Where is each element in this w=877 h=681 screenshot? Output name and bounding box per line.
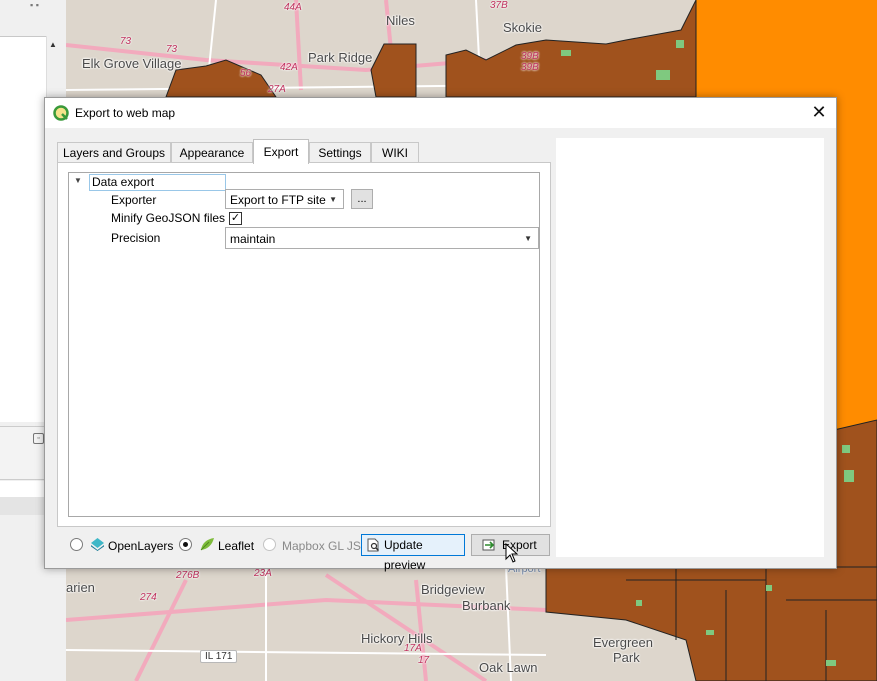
tab-wiki[interactable]: WIKI	[371, 142, 419, 163]
panel-float-icon[interactable]: ▫	[33, 433, 44, 444]
export-tab-pane: ▼ Data export Exporter Export to FTP sit…	[57, 162, 551, 527]
toolbar-icons: ▪ ▪	[30, 0, 39, 10]
road-label: 39B	[521, 51, 539, 62]
map-preview[interactable]	[556, 138, 824, 557]
exporter-select[interactable]: Export to FTP site ▼	[225, 189, 344, 209]
dialog-titlebar[interactable]: Export to web map ✕	[45, 98, 836, 128]
place-label: Niles	[386, 13, 415, 28]
road-label: 23A	[254, 568, 272, 579]
road-label: 42A	[280, 62, 298, 73]
place-label: Burbank	[462, 598, 511, 613]
road-label: 44A	[284, 2, 302, 13]
place-label: Evergreen	[593, 635, 653, 650]
leaflet-icon	[200, 538, 214, 551]
minify-geojson-checkbox[interactable]: ✓	[229, 212, 242, 225]
place-label: Park Ridge	[308, 50, 373, 65]
exporter-value: Export to FTP site	[230, 193, 326, 207]
chevron-down-icon: ▼	[329, 195, 337, 204]
place-label: arien	[66, 580, 95, 595]
precision-value: maintain	[230, 232, 276, 246]
collapse-arrow-icon[interactable]: ▼	[74, 176, 82, 185]
road-label: 37B	[490, 0, 508, 11]
data-export-group[interactable]: Data export	[89, 174, 226, 191]
close-icon[interactable]: ✕	[802, 98, 836, 128]
chevron-down-icon: ▼	[524, 234, 532, 243]
leaflet-radio[interactable]	[179, 538, 192, 551]
road-label: 73	[166, 44, 178, 55]
exporter-label: Exporter	[111, 193, 157, 207]
road-label: 56	[240, 68, 252, 79]
census-tracts-top	[165, 0, 697, 98]
mouse-cursor-icon	[505, 543, 519, 563]
road-label: 73	[120, 36, 132, 47]
update-preview-label: Update preview	[384, 538, 426, 572]
road-label: 39B	[521, 62, 539, 73]
place-label: Skokie	[503, 20, 543, 35]
tab-export[interactable]: Export	[253, 139, 309, 164]
mapbox-label: Mapbox GL JS	[282, 539, 361, 553]
scroll-up-icon[interactable]: ▲	[49, 40, 57, 49]
export-to-web-map-dialog: Export to web map ✕ Layers and Groups Ap…	[44, 97, 837, 572]
export-icon	[482, 539, 495, 551]
openlayers-label[interactable]: OpenLayers	[108, 539, 173, 553]
place-label: Elk Grove Village	[82, 56, 182, 71]
place-label: Bridgeview	[421, 582, 485, 597]
road-label: 27A	[268, 84, 286, 95]
precision-label: Precision	[111, 231, 161, 245]
openlayers-icon	[91, 538, 104, 551]
road-label: 17	[418, 655, 430, 666]
dialog-title: Export to web map	[75, 106, 176, 120]
tab-appearance[interactable]: Appearance	[171, 142, 253, 163]
preview-document-icon	[367, 538, 379, 552]
openlayers-radio[interactable]	[70, 538, 83, 551]
mapbox-radio	[263, 538, 276, 551]
place-label: Oak Lawn	[479, 660, 538, 675]
tab-settings[interactable]: Settings	[309, 142, 371, 163]
exporter-options-button[interactable]: ...	[351, 189, 373, 209]
layers-list[interactable]	[0, 36, 46, 422]
qgis-logo-icon	[53, 105, 69, 121]
route-shield: IL 171	[200, 650, 238, 663]
road-label: 17A	[404, 643, 422, 654]
update-preview-button[interactable]: Update preview	[361, 534, 465, 572]
minify-geojson-label: Minify GeoJSON files	[111, 211, 226, 225]
place-label: Park	[613, 650, 640, 665]
leaflet-label[interactable]: Leaflet	[218, 539, 254, 553]
road-label: 276B	[176, 570, 200, 581]
road-label: 274	[140, 592, 157, 603]
tab-layers-and-groups[interactable]: Layers and Groups	[57, 142, 171, 163]
precision-select[interactable]: maintain ▼	[225, 227, 539, 249]
export-settings-tree[interactable]: ▼ Data export Exporter Export to FTP sit…	[68, 172, 540, 517]
